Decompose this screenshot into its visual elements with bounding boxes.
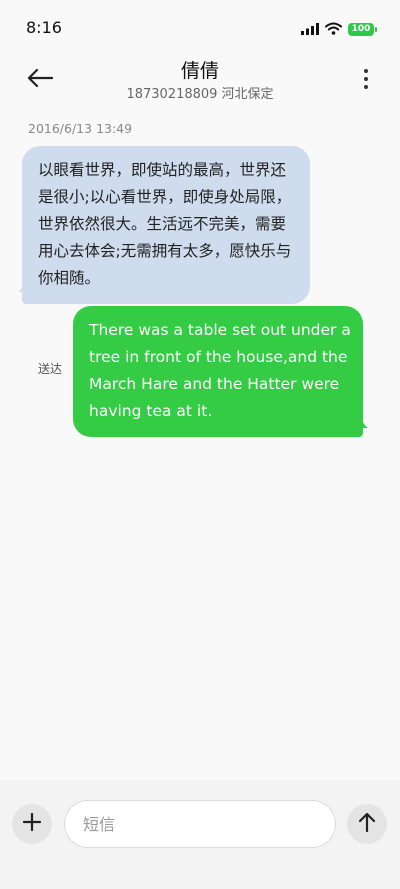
incoming-message-bubble[interactable]: 以眼看世界，即使站的最高，世界还是很小;以心看世界，即使身处局限，世界依然很大。… (22, 146, 310, 304)
message-input[interactable] (64, 800, 336, 848)
send-button[interactable] (347, 804, 387, 844)
more-vertical-icon-dot (364, 85, 368, 89)
more-options-button[interactable] (358, 64, 374, 94)
contact-name: 倩倩 (180, 60, 219, 82)
plus-icon (22, 812, 42, 836)
delivery-status: 送达 (38, 362, 63, 376)
more-vertical-icon-dot (364, 69, 368, 73)
outgoing-bubble-tail (358, 416, 368, 428)
message-composer (0, 780, 400, 889)
signal-icon (301, 20, 319, 39)
contact-subtitle: 18730218809 河北保定 (126, 87, 274, 102)
conversation-header: 倩倩 18730218809 河北保定 (0, 52, 400, 110)
send-arrow-icon (357, 811, 377, 837)
message-timestamp: 2016/6/13 13:49 (28, 121, 133, 136)
more-vertical-icon-dot (364, 77, 368, 81)
status-icons: 100 (301, 20, 377, 39)
incoming-bubble-tail (18, 280, 28, 292)
status-time: 8:16 (26, 18, 62, 37)
battery-icon: 100 (348, 23, 377, 36)
outgoing-message-bubble[interactable]: There was a table set out under a tree i… (73, 306, 363, 437)
status-bar: 8:16 100 (0, 0, 400, 52)
attach-button[interactable] (12, 804, 52, 844)
wifi-icon (325, 20, 342, 39)
